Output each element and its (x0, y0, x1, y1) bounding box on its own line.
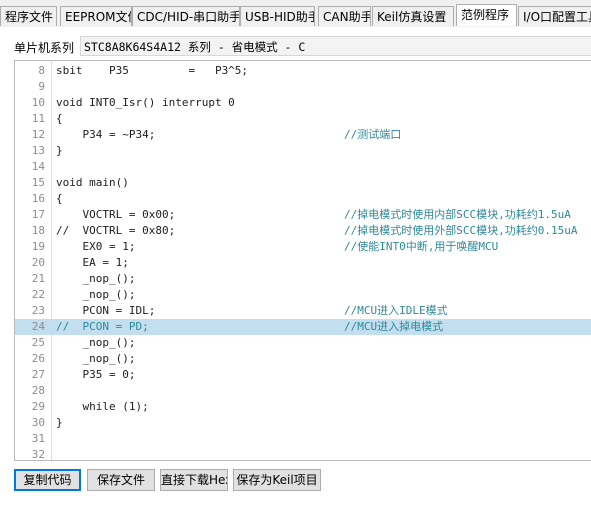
code-text: EX0 = 1; (56, 240, 136, 253)
code-text: _nop_(); (56, 336, 136, 349)
line-number: 20 (31, 256, 45, 269)
code-comment: //掉电模式时使用外部SCC模块,功耗约0.15uA (344, 224, 578, 237)
code-text: EA = 1; (56, 256, 129, 269)
line-number: 17 (31, 208, 45, 221)
line-number: 21 (31, 272, 45, 285)
save-file-button[interactable]: 保存文件 (87, 469, 155, 491)
code-text: { (56, 192, 63, 205)
code-line[interactable]: 22 _nop_(); (15, 287, 591, 303)
code-line[interactable]: 15 void main() (15, 175, 591, 191)
line-number: 30 (31, 416, 45, 429)
tab-cdc-hid-serial[interactable]: CDC/HID-串口助手 (132, 6, 240, 26)
code-line[interactable]: 32 (15, 447, 591, 461)
code-line[interactable]: 30} (15, 415, 591, 431)
code-line[interactable]: 19 EX0 = 1; //使能INT0中断,用于唤醒MCU (15, 239, 591, 255)
line-number: 24 (31, 320, 45, 333)
line-number: 27 (31, 368, 45, 381)
code-line[interactable]: 11 { (15, 111, 591, 127)
copy-code-button[interactable]: 复制代码 (14, 469, 81, 491)
code-line[interactable]: 13} (15, 143, 591, 159)
code-line[interactable]: 8 sbit P35 = P3^5; (15, 63, 591, 79)
code-text: void main() (56, 176, 129, 189)
line-number: 32 (31, 448, 45, 461)
line-number: 12 (31, 128, 45, 141)
line-number: 9 (38, 80, 45, 93)
code-line[interactable]: 26 _nop_(); (15, 351, 591, 367)
line-number: 31 (31, 432, 45, 445)
code-line[interactable]: 12 P34 = ~P34; //测试端口 (15, 127, 591, 143)
code-editor[interactable]: 8 sbit P35 = P3^5; 9 10 void INT0_Isr() inte… (14, 60, 591, 461)
code-line[interactable]: 28 (15, 383, 591, 399)
code-comment: //测试端口 (344, 128, 402, 141)
tab-io-config[interactable]: I/O口配置工具 (518, 6, 591, 26)
code-line[interactable]: 9 (15, 79, 591, 95)
code-text: _nop_(); (56, 288, 136, 301)
code-text: { (56, 112, 63, 125)
code-line[interactable]: 17 VOCTRL = 0x00; //掉电模式时使用内部SCC模块,功耗约1.5… (15, 207, 591, 223)
code-line[interactable]: 24 // PCON = PD; //MCU进入掉电模式 (15, 319, 591, 335)
line-number: 22 (31, 288, 45, 301)
code-text: P34 = ~P34; (56, 128, 156, 141)
code-comment: //MCU进入掉电模式 (344, 320, 444, 333)
code-line[interactable]: 14 (15, 159, 591, 175)
save-keil-project-button[interactable]: 保存为Keil项目 (233, 469, 321, 491)
download-hex-button[interactable]: 直接下载Hex (160, 469, 228, 491)
code-text: _nop_(); (56, 352, 136, 365)
series-select[interactable]: STC8A8K64S4A12 系列 - 省电模式 - C (80, 36, 591, 56)
code-line[interactable]: 21 _nop_(); (15, 271, 591, 287)
line-number: 10 (31, 96, 45, 109)
code-text: // PCON = PD; (56, 320, 149, 333)
line-number: 11 (31, 112, 45, 125)
code-text: PCON = IDL; (56, 304, 156, 317)
code-text: sbit P35 = P3^5; (56, 64, 249, 77)
tab-can[interactable]: CAN助手 (318, 6, 371, 26)
code-text: } (56, 144, 63, 157)
code-comment: //掉电模式时使用内部SCC模块,功耗约1.5uA (344, 208, 571, 221)
tab-keil-sim[interactable]: Keil仿真设置 (372, 6, 454, 26)
series-label: 单片机系列 (14, 41, 75, 55)
line-number: 18 (31, 224, 45, 237)
code-text: _nop_(); (56, 272, 136, 285)
line-number: 19 (31, 240, 45, 253)
code-line[interactable]: 16 { (15, 191, 591, 207)
code-text: VOCTRL = 0x00; (56, 208, 176, 221)
code-comment: //MCU进入IDLE模式 (344, 304, 448, 317)
code-text: void INT0_Isr() interrupt 0 (56, 96, 235, 109)
line-number: 13 (31, 144, 45, 157)
code-line[interactable]: 18 // VOCTRL = 0x80; //掉电模式时使用外部SCC模块,功耗约0… (15, 223, 591, 239)
code-line[interactable]: 29 while (1); (15, 399, 591, 415)
line-number: 25 (31, 336, 45, 349)
code-text: P35 = 0; (56, 368, 136, 381)
code-line[interactable]: 10 void INT0_Isr() interrupt 0 (15, 95, 591, 111)
code-text: while (1); (56, 400, 149, 413)
line-number: 15 (31, 176, 45, 189)
code-line[interactable]: 27 P35 = 0; (15, 367, 591, 383)
tab-examples[interactable]: 范例程序 (456, 4, 517, 26)
code-line[interactable]: 23 PCON = IDL; //MCU进入IDLE模式 (15, 303, 591, 319)
line-number: 16 (31, 192, 45, 205)
line-number: 23 (31, 304, 45, 317)
line-number: 29 (31, 400, 45, 413)
code-comment: //使能INT0中断,用于唤醒MCU (344, 240, 499, 253)
code-line[interactable]: 31 (15, 431, 591, 447)
code-line[interactable]: 20 EA = 1; (15, 255, 591, 271)
code-text: // VOCTRL = 0x80; (56, 224, 176, 237)
line-number: 28 (31, 384, 45, 397)
line-number: 26 (31, 352, 45, 365)
line-number: 8 (38, 64, 45, 77)
tab-strip: 程序文件 EEPROM文件 CDC/HID-串口助手 USB-HID助手 CAN… (0, 4, 591, 26)
tab-program-file[interactable]: 程序文件 (0, 6, 57, 26)
tab-eeprom-file[interactable]: EEPROM文件 (60, 6, 132, 26)
code-text: } (56, 416, 63, 429)
code-line[interactable]: 25 _nop_(); (15, 335, 591, 351)
line-number: 14 (31, 160, 45, 173)
tab-usb-hid[interactable]: USB-HID助手 (240, 6, 315, 26)
